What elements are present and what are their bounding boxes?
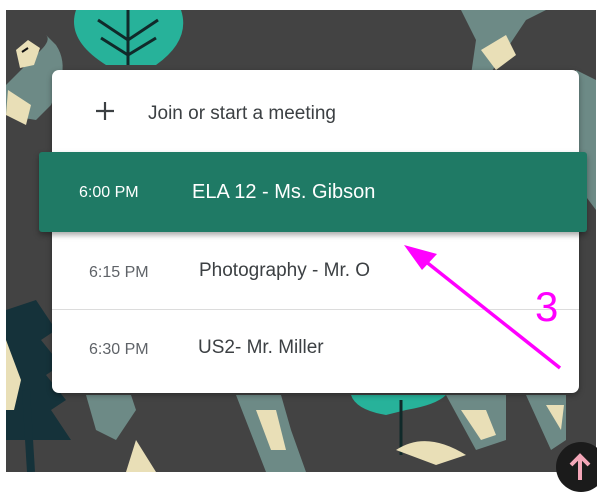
meeting-item-selected[interactable]: 6:00 PM ELA 12 - Ms. Gibson xyxy=(39,152,587,232)
floating-action-button[interactable] xyxy=(556,442,597,492)
arrow-up-icon xyxy=(569,453,591,480)
annotation-number: 3 xyxy=(535,283,559,330)
plus-icon xyxy=(96,102,114,120)
meeting-title: ELA 12 - Ms. Gibson xyxy=(192,181,376,203)
meeting-time: 6:15 PM xyxy=(89,264,149,281)
meeting-time: 6:00 PM xyxy=(79,184,139,201)
meeting-title: Photography - Mr. O xyxy=(199,260,371,281)
meeting-time: 6:30 PM xyxy=(89,341,149,358)
meeting-item[interactable]: 6:15 PM Photography - Mr. O xyxy=(52,232,579,310)
join-or-start-meeting-button[interactable]: Join or start a meeting xyxy=(52,70,579,154)
meeting-item[interactable]: 6:30 PM US2- Mr. Miller xyxy=(52,310,579,388)
meeting-title: US2- Mr. Miller xyxy=(198,337,324,358)
join-meeting-label: Join or start a meeting xyxy=(148,103,336,124)
